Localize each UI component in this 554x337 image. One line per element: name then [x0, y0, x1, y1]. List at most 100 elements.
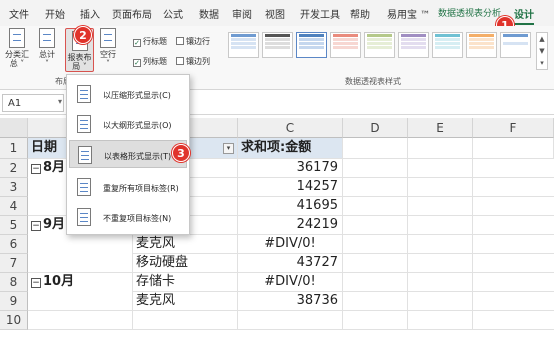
column-header-d[interactable]: D: [343, 118, 408, 138]
pivot-item-label[interactable]: 存储卡: [133, 273, 238, 292]
row-header[interactable]: 10: [0, 311, 28, 330]
tab-data[interactable]: 数据: [199, 6, 219, 21]
cell-c10[interactable]: [238, 311, 343, 330]
blank-rows-icon: [100, 28, 116, 48]
pivot-style-thumb[interactable]: [432, 32, 463, 58]
row-header[interactable]: 7: [0, 254, 28, 273]
row-header[interactable]: 5: [0, 216, 28, 235]
outline-layout-icon: [77, 115, 91, 133]
empty-cells-d-f[interactable]: [343, 159, 554, 330]
row-header[interactable]: 9: [0, 292, 28, 311]
name-box[interactable]: A1: [2, 94, 64, 112]
step-badge-3: 3: [172, 144, 190, 162]
tab-home[interactable]: 开始: [45, 6, 65, 21]
row-header[interactable]: 3: [0, 178, 28, 197]
cell-d1[interactable]: [343, 138, 408, 159]
tab-formulas[interactable]: 公式: [163, 6, 183, 21]
ribbon-tabs: 文件 开始 插入 页面布局 公式 数据 审阅 视图 开发工具 帮助 易用宝 ™ …: [0, 0, 554, 26]
menu-item-repeat-labels[interactable]: 重复所有项目标签(R): [69, 173, 187, 201]
cell-a10[interactable]: [28, 311, 133, 330]
column-header-f[interactable]: F: [473, 118, 554, 138]
checkbox-empty-icon: [176, 37, 184, 45]
row-header[interactable]: 2: [0, 159, 28, 178]
pivot-style-thumb[interactable]: [228, 32, 259, 58]
column-header-c[interactable]: C: [238, 118, 343, 138]
pivot-value-error-cell[interactable]: #DIV/0!: [238, 235, 343, 254]
pivot-style-thumb[interactable]: [500, 32, 531, 58]
collapse-icon[interactable]: −: [31, 278, 41, 288]
pivot-item-label[interactable]: 麦克风: [133, 235, 238, 254]
cell-e1[interactable]: [408, 138, 473, 159]
checkbox-checked-icon: ✓: [133, 39, 141, 47]
tab-easyshu[interactable]: 易用宝 ™: [387, 6, 430, 21]
blank-rows-label: 空行 ˅: [100, 50, 116, 68]
compact-layout-icon: [77, 85, 91, 103]
tab-design[interactable]: 设计: [514, 6, 534, 25]
chevron-down-icon[interactable]: ▾: [58, 97, 62, 106]
pivot-style-thumb-selected[interactable]: [296, 32, 327, 58]
menu-item-no-repeat-labels[interactable]: 不重复项目标签(N): [69, 203, 187, 231]
row-headers-checkbox[interactable]: ✓ 行标题: [133, 36, 167, 47]
row-header[interactable]: 8: [0, 273, 28, 292]
banded-columns-checkbox[interactable]: 镶边列: [176, 56, 210, 67]
style-gallery-scroll[interactable]: ▲ ▼ ▾: [536, 32, 548, 70]
grand-totals-button[interactable]: 总计 ˅: [34, 28, 60, 68]
banded-rows-checkbox[interactable]: 镶边行: [176, 36, 210, 47]
row-header[interactable]: 4: [0, 197, 28, 216]
row-header[interactable]: 1: [0, 138, 28, 159]
cell-a6[interactable]: [28, 235, 133, 254]
collapse-icon[interactable]: −: [31, 164, 41, 174]
pivot-style-thumb[interactable]: [330, 32, 361, 58]
pivot-row-label-oct[interactable]: −10月: [28, 273, 133, 292]
step-badge-2: 2: [74, 26, 92, 44]
tab-review[interactable]: 审阅: [232, 6, 252, 21]
tab-insert[interactable]: 插入: [80, 6, 100, 21]
select-all-corner[interactable]: [0, 118, 28, 138]
pivot-value-cell[interactable]: 36179: [238, 159, 343, 178]
pivot-style-thumb[interactable]: [466, 32, 497, 58]
pivot-style-thumb[interactable]: [262, 32, 293, 58]
checkbox-empty-icon: [176, 57, 184, 65]
pivot-value-cell[interactable]: 41695: [238, 197, 343, 216]
checkbox-checked-icon: ✓: [133, 59, 141, 67]
menu-item-tabular-form[interactable]: 以表格形式显示(T): [69, 140, 187, 168]
pivot-item-label[interactable]: 麦克风: [133, 292, 238, 311]
tab-page-layout[interactable]: 页面布局: [112, 6, 152, 21]
cell-b10[interactable]: [133, 311, 238, 330]
filter-dropdown-icon[interactable]: ▾: [223, 143, 234, 154]
column-header-e[interactable]: E: [408, 118, 473, 138]
row-header[interactable]: 6: [0, 235, 28, 254]
pivot-item-label[interactable]: 移动硬盘: [133, 254, 238, 273]
pivot-value-cell[interactable]: 14257: [238, 178, 343, 197]
subtotals-button[interactable]: 分类汇 总 ˅: [4, 28, 30, 68]
subtotals-icon: [9, 28, 25, 48]
pivot-value-cell[interactable]: 38736: [238, 292, 343, 311]
tab-view[interactable]: 视图: [265, 6, 285, 21]
pivot-value-cell[interactable]: 24219: [238, 216, 343, 235]
menu-item-compact-form[interactable]: 以压缩形式显示(C): [69, 80, 187, 108]
pivot-style-thumb[interactable]: [398, 32, 429, 58]
pivot-header-amount[interactable]: 求和项:金额: [238, 138, 343, 159]
cell-a9[interactable]: [28, 292, 133, 311]
menu-item-outline-form[interactable]: 以大纲形式显示(O): [69, 110, 187, 138]
pivot-style-thumb[interactable]: [364, 32, 395, 58]
tab-pivot-analyze[interactable]: 数据透视表分析: [438, 6, 501, 19]
tabular-layout-icon: [78, 146, 92, 164]
tab-help[interactable]: 帮助: [350, 6, 370, 21]
styles-group-label: 数据透视表样式: [345, 77, 401, 86]
tab-file[interactable]: 文件: [9, 6, 29, 21]
cell-a7[interactable]: [28, 254, 133, 273]
blank-rows-button[interactable]: 空行 ˅: [97, 28, 119, 68]
cell-f1[interactable]: [473, 138, 554, 159]
subtotals-label: 分类汇 总 ˅: [5, 50, 29, 68]
no-repeat-labels-icon: [77, 208, 91, 226]
tab-developer[interactable]: 开发工具: [300, 6, 340, 21]
column-headers-checkbox[interactable]: ✓ 列标题: [133, 56, 167, 67]
grand-totals-label: 总计 ˅: [39, 50, 55, 68]
grand-totals-icon: [39, 28, 55, 48]
pivot-value-cell[interactable]: 43727: [238, 254, 343, 273]
repeat-labels-icon: [77, 178, 91, 196]
collapse-icon[interactable]: −: [31, 221, 41, 231]
pivot-value-error-cell[interactable]: #DIV/0!: [238, 273, 343, 292]
report-layout-label: 报表布 局 ˅: [67, 53, 92, 71]
